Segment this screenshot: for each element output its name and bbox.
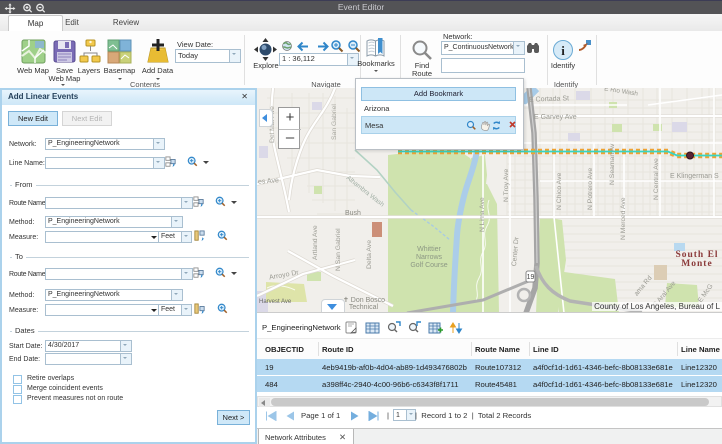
svg-text:i: i [561,43,565,58]
svg-text:19: 19 [527,274,535,281]
